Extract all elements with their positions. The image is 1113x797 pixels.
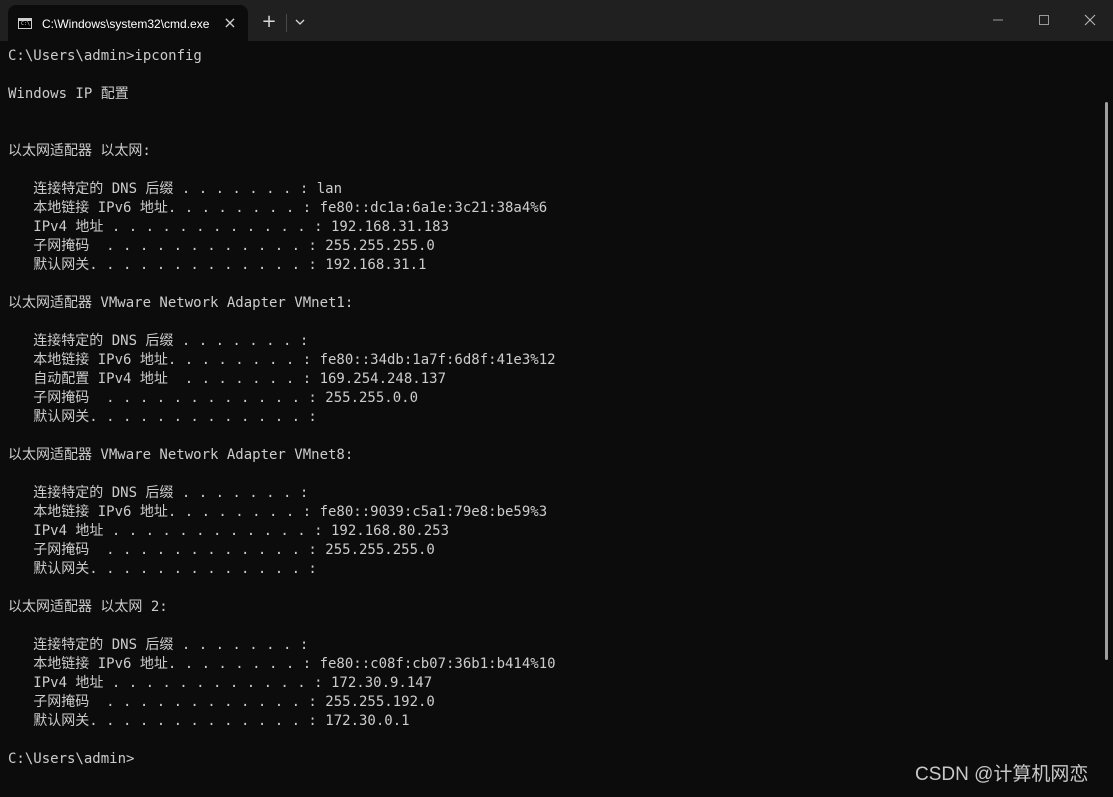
maximize-button[interactable]: [1021, 0, 1067, 40]
terminal-line: 默认网关. . . . . . . . . . . . . : 192.168.…: [8, 257, 427, 273]
terminal-output[interactable]: C:\Users\admin>ipconfig Windows IP 配置以太网适…: [8, 47, 1098, 787]
tab-title: C:\Windows\system32\cmd.exe: [42, 17, 210, 31]
maximize-icon: [1039, 15, 1049, 25]
terminal-line: 连接特定的 DNS 后缀 . . . . . . . : lan: [8, 181, 343, 197]
title-bar: C:\ C:\Windows\system32\cmd.exe × +: [0, 0, 1113, 41]
terminal-line: 本地链接 IPv6 地址. . . . . . . . : fe80::34db…: [8, 352, 556, 368]
tab-cmd[interactable]: C:\ C:\Windows\system32\cmd.exe ×: [8, 5, 248, 41]
tab-close-button[interactable]: ×: [220, 13, 240, 33]
terminal-line: 默认网关. . . . . . . . . . . . . :: [8, 561, 317, 577]
terminal-line: IPv4 地址 . . . . . . . . . . . . : 192.16…: [8, 219, 450, 235]
terminal-line: 以太网适配器 VMware Network Adapter VMnet1:: [8, 295, 354, 311]
terminal-line: 默认网关. . . . . . . . . . . . . : 172.30.0…: [8, 713, 410, 729]
tab-divider: [286, 14, 287, 32]
minimize-button[interactable]: [975, 0, 1021, 40]
terminal-line: 连接特定的 DNS 后缀 . . . . . . . :: [8, 333, 309, 349]
terminal-line: 子网掩码 . . . . . . . . . . . . : 255.255.1…: [8, 694, 435, 710]
terminal-line: 默认网关. . . . . . . . . . . . . :: [8, 409, 317, 425]
terminal-line: 以太网适配器 以太网:: [8, 143, 151, 159]
terminal-line: 自动配置 IPv4 地址 . . . . . . . : 169.254.248…: [8, 371, 447, 387]
terminal-line: 子网掩码 . . . . . . . . . . . . : 255.255.2…: [8, 542, 435, 558]
terminal-line: C:\Users\admin>ipconfig: [8, 48, 202, 64]
cmd-icon-glyph: C:\: [21, 21, 31, 27]
terminal-line: 子网掩码 . . . . . . . . . . . . : 255.255.0…: [8, 390, 419, 406]
terminal-line: IPv4 地址 . . . . . . . . . . . . : 172.30…: [8, 675, 433, 691]
terminal-line: 本地链接 IPv6 地址. . . . . . . . : fe80::c08f…: [8, 656, 556, 672]
close-window-button[interactable]: [1067, 0, 1113, 40]
terminal-line: 以太网适配器 以太网 2:: [8, 599, 168, 615]
minimize-icon: [993, 19, 1003, 21]
terminal-line: 子网掩码 . . . . . . . . . . . . : 255.255.2…: [8, 238, 435, 254]
terminal-line: 连接特定的 DNS 后缀 . . . . . . . :: [8, 637, 309, 653]
terminal-line: IPv4 地址 . . . . . . . . . . . . : 192.16…: [8, 523, 450, 539]
terminal-line: 连接特定的 DNS 后缀 . . . . . . . :: [8, 485, 309, 501]
new-tab-button[interactable]: +: [258, 11, 280, 33]
scrollbar-thumb[interactable]: [1105, 102, 1108, 660]
terminal-line: 本地链接 IPv6 地址. . . . . . . . : fe80::dc1a…: [8, 200, 548, 216]
close-icon: [1084, 14, 1096, 26]
terminal-window: C:\ C:\Windows\system32\cmd.exe × + C:\U…: [0, 0, 1113, 797]
terminal-line: 以太网适配器 VMware Network Adapter VMnet8:: [8, 447, 354, 463]
terminal-line: Windows IP 配置: [8, 86, 129, 102]
terminal-line: 本地链接 IPv6 地址. . . . . . . . : fe80::9039…: [8, 504, 548, 520]
chevron-down-icon[interactable]: [290, 12, 310, 32]
watermark: CSDN @计算机网恋: [915, 764, 1089, 785]
cmd-icon: C:\: [18, 18, 32, 29]
terminal-line: C:\Users\admin>: [8, 751, 135, 767]
